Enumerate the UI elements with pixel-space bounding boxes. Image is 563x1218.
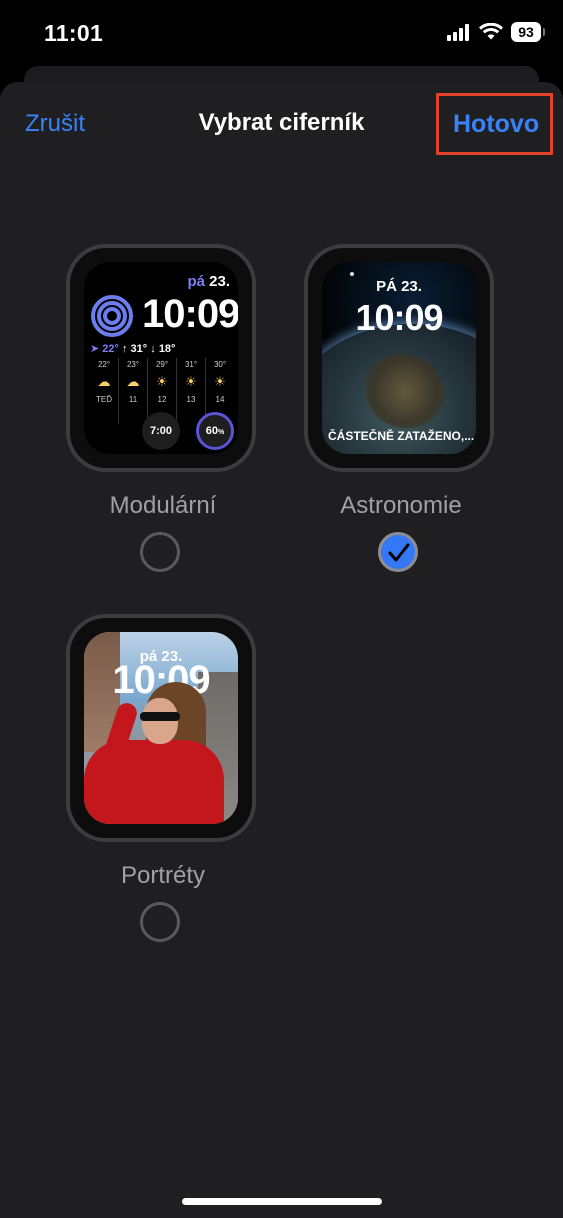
preview-time: 10:09: [142, 292, 238, 336]
home-indicator[interactable]: [182, 1198, 382, 1205]
wifi-icon: [479, 23, 503, 40]
sunglasses-icon: [140, 712, 180, 721]
face-label: Astronomie: [340, 492, 462, 519]
alarm-complication: 7:00: [142, 412, 180, 450]
select-radio-button[interactable]: [140, 532, 180, 572]
face-picker-sheet: Zrušit Vybrat ciferník Hotovo pá 23. 10:…: [0, 82, 563, 1218]
watch-face-preview[interactable]: pá 23. 10:09: [66, 614, 256, 842]
cellular-signal-icon: [447, 23, 471, 41]
done-button[interactable]: Hotovo: [453, 110, 539, 139]
watch-screen: pá 23. 10:09 ➤ 22° ↑ 31° ↓ 18° 22° ☁ TEĎ 2…: [84, 262, 238, 454]
forecast-column: 22° ☁ TEĎ: [90, 358, 118, 424]
status-time: 11:01: [44, 20, 104, 46]
select-radio-button-checked[interactable]: [378, 532, 418, 572]
rain-chance-complication: 60%: [196, 412, 234, 450]
select-radio-button[interactable]: [140, 902, 180, 942]
weather-summary: ➤ 22° ↑ 31° ↓ 18°: [90, 343, 176, 355]
preview-time: 10:09: [355, 297, 443, 338]
portrait-face: [142, 698, 178, 744]
watch-screen: pá 23. 10:09: [84, 632, 238, 824]
face-label: Modulární: [109, 492, 217, 519]
watch-screen: PÁ 23. 10:09 ČÁSTEČNĚ ZATAŽENO,...: [322, 262, 476, 454]
checkmark-icon: [388, 543, 410, 562]
done-highlight-box: Hotovo: [436, 93, 553, 155]
partly-cloudy-icon: ☁: [126, 374, 140, 389]
weather-condition: ČÁSTEČNĚ ZATAŽENO,...: [328, 429, 475, 443]
activity-ring-icon: [91, 295, 133, 337]
sun-icon: ☀: [185, 374, 197, 389]
status-bar: 11:01 93: [0, 0, 563, 66]
forecast-column: 23° ☁ 11: [118, 358, 147, 424]
preview-date: PÁ 23.: [376, 278, 422, 295]
forecast-column: 31° ☀ 13: [176, 358, 205, 424]
face-label: Portréty: [120, 862, 206, 889]
watch-face-preview[interactable]: PÁ 23. 10:09 ČÁSTEČNĚ ZATAŽENO,...: [304, 244, 494, 472]
watch-face-preview[interactable]: pá 23. 10:09 ➤ 22° ↑ 31° ↓ 18° 22° ☁ TEĎ 2…: [66, 244, 256, 472]
sun-icon: ☀: [156, 374, 168, 389]
preview-date: pá 23.: [187, 273, 230, 290]
status-icons: 93: [447, 22, 545, 42]
star-icon: [350, 272, 354, 276]
sun-icon: ☀: [214, 374, 226, 389]
partly-cloudy-icon: ☁: [97, 374, 111, 389]
battery-icon: 93: [511, 22, 545, 42]
